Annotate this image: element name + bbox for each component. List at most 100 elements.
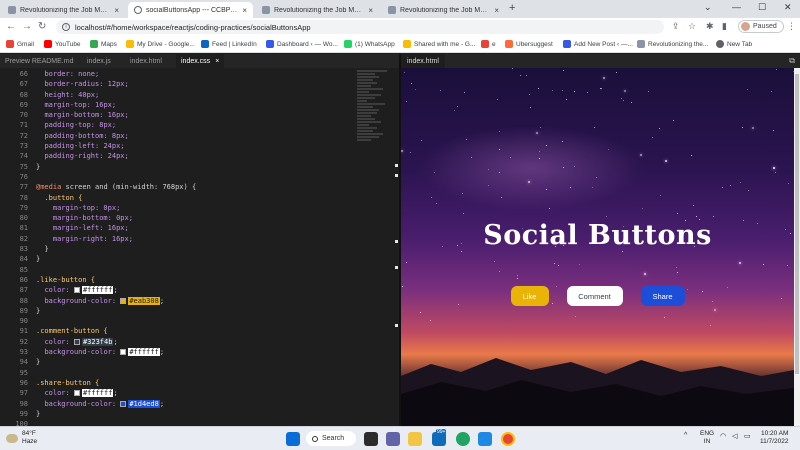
color-swatch[interactable] xyxy=(73,390,80,397)
mountain-silhouette xyxy=(401,358,794,426)
star xyxy=(570,187,571,188)
bookmark-new-tab[interactable]: New Tab xyxy=(716,40,752,48)
tab-search-chevron-icon[interactable]: ⌄ xyxy=(704,2,712,13)
bookmark-ubersuggest[interactable]: Ubersuggest xyxy=(505,40,553,48)
code-text: } xyxy=(36,358,41,367)
bookmark-youtube[interactable]: YouTube xyxy=(44,40,81,48)
chrome-icon[interactable] xyxy=(501,432,515,446)
show-hidden-icons-chevron[interactable]: ^ xyxy=(684,432,687,439)
extensions-icon[interactable]: ✱ xyxy=(706,21,714,32)
browser-tab-1[interactable]: Revolutionizing the Job Market | × xyxy=(2,2,125,18)
star xyxy=(631,102,632,103)
weather-widget[interactable]: 84°F Haze xyxy=(6,430,37,446)
code-text: .share-button { xyxy=(36,378,100,387)
windows-start-icon[interactable] xyxy=(286,432,300,446)
editor-tab-index-js[interactable]: index.js xyxy=(82,54,116,68)
notification-badge: 99+ xyxy=(436,429,447,435)
preview-tab[interactable]: index.html xyxy=(401,54,445,68)
share-button[interactable]: Share xyxy=(640,286,685,306)
forward-button[interactable]: → xyxy=(22,21,32,32)
share-icon[interactable]: ⇪ xyxy=(672,21,680,32)
back-button[interactable]: ← xyxy=(6,21,16,32)
scrollbar-thumb[interactable] xyxy=(795,74,799,374)
editor-tab-index-html[interactable]: index.html xyxy=(125,54,167,68)
close-tab-icon[interactable]: × xyxy=(242,6,247,15)
browser-tab-4[interactable]: Revolutionizing the Job Market | × xyxy=(382,2,505,18)
bookmark-drive[interactable]: My Drive - Google... xyxy=(126,40,195,48)
bookmark-shared[interactable]: Shared with me - G... xyxy=(403,40,475,48)
close-tab-icon[interactable]: × xyxy=(215,58,219,65)
star xyxy=(747,89,748,90)
bookmark-label: (1) WhatsApp xyxy=(355,40,395,48)
system-clock[interactable]: 10:20 AM 11/7/2022 xyxy=(760,430,788,446)
maximize-button[interactable]: ☐ xyxy=(758,2,766,13)
file-explorer-icon[interactable] xyxy=(408,432,422,446)
bookmark-maps[interactable]: Maps xyxy=(90,40,117,48)
battery-icon[interactable]: ▭ xyxy=(744,432,751,440)
volume-icon[interactable]: ◁ xyxy=(732,432,737,440)
line-number: 84 xyxy=(19,255,28,264)
bookmark-add-post[interactable]: Add New Post ‹ —... xyxy=(563,40,633,48)
task-view-icon[interactable] xyxy=(364,432,378,446)
color-swatch[interactable] xyxy=(73,287,80,294)
close-window-button[interactable]: ✕ xyxy=(784,2,792,13)
star xyxy=(549,208,550,209)
teams-chat-icon[interactable] xyxy=(386,432,400,446)
side-panel-icon[interactable]: ▮ xyxy=(722,21,727,32)
code-text: margin-left: 16px; xyxy=(52,224,129,233)
editor-tab-readme[interactable]: Preview README.md xyxy=(0,54,78,68)
open-in-new-window-icon[interactable]: ⧉ xyxy=(789,56,795,66)
vscode-icon[interactable] xyxy=(478,432,492,446)
bookmark-revolutionizing[interactable]: Revolutionizing the... xyxy=(637,40,708,48)
mail-icon[interactable]: 99+ xyxy=(432,429,447,446)
browser-menu-icon[interactable]: ⋮ xyxy=(787,21,796,32)
star xyxy=(640,154,642,156)
preview-scrollbar[interactable] xyxy=(794,68,800,426)
close-tab-icon[interactable]: × xyxy=(368,6,373,15)
comment-button[interactable]: Comment xyxy=(566,286,623,306)
bookmark-e[interactable]: e xyxy=(481,40,496,48)
color-swatch[interactable] xyxy=(120,400,127,407)
bookmark-star-icon[interactable]: ☆ xyxy=(688,21,696,32)
code-text: .button { xyxy=(44,193,83,202)
language-indicator[interactable]: ENG IN xyxy=(700,430,714,446)
code-text: .comment-button { xyxy=(36,327,108,336)
ccbp-favicon-icon xyxy=(262,6,270,14)
star xyxy=(600,88,601,89)
browser-tab-title: Revolutionizing the Job Market | xyxy=(20,6,111,14)
edge-browser-icon[interactable] xyxy=(456,432,470,446)
minimap-line xyxy=(357,85,371,87)
bookmark-linkedin[interactable]: Feed | LinkedIn xyxy=(201,40,257,48)
star xyxy=(644,273,646,275)
reload-button[interactable]: ↻ xyxy=(38,21,46,32)
color-swatch[interactable] xyxy=(120,349,127,356)
new-tab-button[interactable]: + xyxy=(509,2,515,14)
star xyxy=(471,157,472,158)
star xyxy=(499,172,500,173)
code-editor[interactable]: border: none; border-radius: 12px; heigh… xyxy=(36,69,354,429)
color-swatch[interactable] xyxy=(73,338,80,345)
minimize-button[interactable]: — xyxy=(732,2,741,12)
profile-button[interactable]: Paused xyxy=(738,20,784,33)
star xyxy=(763,264,764,265)
close-tab-icon[interactable]: × xyxy=(114,6,119,15)
site-info-icon[interactable]: i xyxy=(62,23,70,31)
browser-tab-title: Revolutionizing the Job Market | xyxy=(274,6,365,14)
bookmark-dashboard[interactable]: Dashboard ‹ — Wo... xyxy=(266,40,338,48)
editor-tab-index-css[interactable]: index.css × xyxy=(176,54,225,68)
browser-tab-3[interactable]: Revolutionizing the Job Market | × xyxy=(256,2,379,18)
color-swatch[interactable] xyxy=(120,297,127,304)
line-number: 90 xyxy=(19,317,28,326)
browser-tab-2[interactable]: socialButtonsApp --- CCBP IDE × xyxy=(128,2,253,18)
code-minimap[interactable] xyxy=(357,69,397,164)
wifi-icon[interactable]: ◠ xyxy=(720,432,726,440)
star xyxy=(499,271,500,272)
close-tab-icon[interactable]: × xyxy=(494,6,499,15)
taskbar-search[interactable]: Search xyxy=(306,431,356,446)
url-bar[interactable]: i localhost/#/home/workspace/reactjs/cod… xyxy=(56,20,664,34)
bookmark-gmail[interactable]: Gmail xyxy=(6,40,34,48)
bookmark-whatsapp[interactable]: (1) WhatsApp xyxy=(344,40,395,48)
like-button[interactable]: Like xyxy=(510,286,549,306)
minimap-line xyxy=(357,133,383,135)
